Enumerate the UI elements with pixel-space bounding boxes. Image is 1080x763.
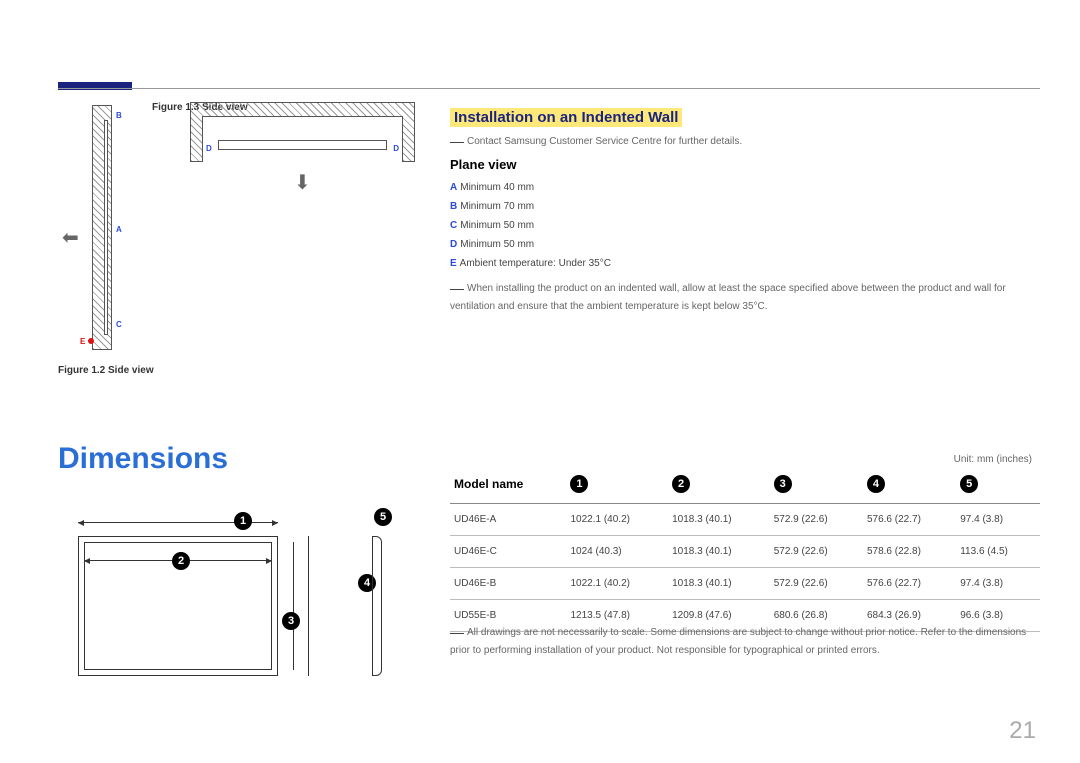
spec-b-val: Minimum 70 mm bbox=[460, 201, 534, 212]
dimension-front-drawing: 1 2 3 4 bbox=[78, 512, 288, 682]
cell-v4: 578.6 (22.8) bbox=[863, 536, 956, 568]
col-5: 5 bbox=[956, 465, 1040, 504]
arrow-left-icon: ⬅ bbox=[62, 225, 79, 250]
section-title: Installation on an Indented Wall bbox=[450, 108, 682, 127]
cell-v3: 572.9 (22.6) bbox=[770, 568, 863, 600]
table-note: ―All drawings are not necessarily to sca… bbox=[450, 622, 1036, 658]
arrow-down-icon: ⬇ bbox=[294, 170, 311, 195]
dimensions-tbody: UD46E-A 1022.1 (40.2) 1018.3 (40.1) 572.… bbox=[450, 504, 1040, 632]
label-c: C bbox=[116, 320, 122, 329]
cell-v4: 576.6 (22.7) bbox=[863, 568, 956, 600]
dash-icon: ― bbox=[450, 280, 464, 296]
marker-4-icon: 4 bbox=[867, 475, 885, 493]
marker-2-icon: 2 bbox=[672, 475, 690, 493]
spec-c: CMinimum 50 mm bbox=[450, 216, 611, 235]
marker-1-icon: 1 bbox=[234, 512, 252, 530]
dash-icon: ― bbox=[450, 624, 464, 640]
dim-line-3 bbox=[293, 542, 294, 670]
spec-list: AMinimum 40 mm BMinimum 70 mm CMinimum 5… bbox=[450, 178, 611, 273]
cell-model: UD46E-A bbox=[450, 504, 566, 536]
marker-1-icon: 1 bbox=[570, 475, 588, 493]
table-note-text: All drawings are not necessarily to scal… bbox=[450, 627, 1026, 656]
plane-view-heading: Plane view bbox=[450, 157, 516, 172]
cell-v3: 572.9 (22.6) bbox=[770, 536, 863, 568]
dim-line-4 bbox=[308, 536, 309, 676]
col-2: 2 bbox=[668, 465, 770, 504]
cell-model: UD46E-C bbox=[450, 536, 566, 568]
spec-b: BMinimum 70 mm bbox=[450, 197, 611, 216]
figure-top-view: D D ⬇ bbox=[190, 102, 415, 192]
cell-v5: 97.4 (3.8) bbox=[956, 568, 1040, 600]
label-d-left: D bbox=[206, 144, 212, 153]
cell-v5: 113.6 (4.5) bbox=[956, 536, 1040, 568]
dimensions-heading: Dimensions bbox=[58, 442, 228, 476]
spec-c-val: Minimum 50 mm bbox=[460, 220, 534, 231]
cell-v2: 1018.3 (40.1) bbox=[668, 536, 770, 568]
header-rule bbox=[58, 88, 1040, 89]
spec-d-key: D bbox=[450, 239, 457, 250]
figure12-caption: Figure 1.2 Side view bbox=[58, 365, 154, 376]
recess-outline bbox=[202, 116, 403, 162]
table-row: UD46E-B 1022.1 (40.2) 1018.3 (40.1) 572.… bbox=[450, 568, 1040, 600]
page-number: 21 bbox=[1009, 717, 1036, 745]
marker-2-icon: 2 bbox=[172, 552, 190, 570]
table-row: UD46E-A 1022.1 (40.2) 1018.3 (40.1) 572.… bbox=[450, 504, 1040, 536]
spec-a-val: Minimum 40 mm bbox=[460, 182, 534, 193]
side-profile bbox=[372, 536, 382, 676]
cell-v1: 1022.1 (40.2) bbox=[566, 504, 668, 536]
spec-d: DMinimum 50 mm bbox=[450, 235, 611, 254]
label-a: A bbox=[116, 225, 122, 234]
label-b: B bbox=[116, 111, 122, 120]
panel-outline bbox=[104, 120, 108, 335]
spec-e-key: E bbox=[450, 258, 457, 269]
wall-hatch bbox=[92, 105, 112, 350]
install-note-text: When installing the product on an indent… bbox=[450, 283, 1006, 312]
cell-v2: 1018.3 (40.1) bbox=[668, 568, 770, 600]
spec-e: EAmbient temperature: Under 35°C bbox=[450, 254, 611, 273]
unit-label: Unit: mm (inches) bbox=[954, 454, 1032, 465]
contact-note: ―Contact Samsung Customer Service Centre… bbox=[450, 133, 742, 149]
table-header-row: Model name 1 2 3 4 5 bbox=[450, 465, 1040, 504]
cell-v3: 572.9 (22.6) bbox=[770, 504, 863, 536]
spec-a-key: A bbox=[450, 182, 457, 193]
cell-v4: 576.6 (22.7) bbox=[863, 504, 956, 536]
dash-icon: ― bbox=[450, 133, 464, 149]
label-d-right: D bbox=[393, 144, 399, 153]
spec-d-val: Minimum 50 mm bbox=[460, 239, 534, 250]
contact-note-text: Contact Samsung Customer Service Centre … bbox=[467, 136, 742, 147]
cell-v1: 1024 (40.3) bbox=[566, 536, 668, 568]
figure-side-view: B A C E ⬅ bbox=[80, 105, 135, 365]
marker-5-icon: 5 bbox=[960, 475, 978, 493]
col-3: 3 bbox=[770, 465, 863, 504]
label-e: E bbox=[80, 337, 85, 346]
spec-c-key: C bbox=[450, 220, 457, 231]
marker-3-icon: 3 bbox=[774, 475, 792, 493]
col-model: Model name bbox=[450, 465, 566, 504]
marker-5-icon: 5 bbox=[374, 508, 392, 526]
install-note: ―When installing the product on an inden… bbox=[450, 278, 1040, 314]
spec-a: AMinimum 40 mm bbox=[450, 178, 611, 197]
dimensions-table: Model name 1 2 3 4 5 UD46E-A 1022.1 (40.… bbox=[450, 465, 1040, 632]
table-row: UD46E-C 1024 (40.3) 1018.3 (40.1) 572.9 … bbox=[450, 536, 1040, 568]
spec-b-key: B bbox=[450, 201, 457, 212]
cell-v1: 1022.1 (40.2) bbox=[566, 568, 668, 600]
col-4: 4 bbox=[863, 465, 956, 504]
marker-3-icon: 3 bbox=[282, 612, 300, 630]
col-1: 1 bbox=[566, 465, 668, 504]
dot-e-icon bbox=[88, 338, 94, 344]
dimension-side-drawing: 5 bbox=[372, 512, 402, 682]
panel-top-outline bbox=[218, 140, 387, 150]
spec-e-val: Ambient temperature: Under 35°C bbox=[460, 258, 611, 269]
cell-v5: 97.4 (3.8) bbox=[956, 504, 1040, 536]
cell-model: UD46E-B bbox=[450, 568, 566, 600]
cell-v2: 1018.3 (40.1) bbox=[668, 504, 770, 536]
